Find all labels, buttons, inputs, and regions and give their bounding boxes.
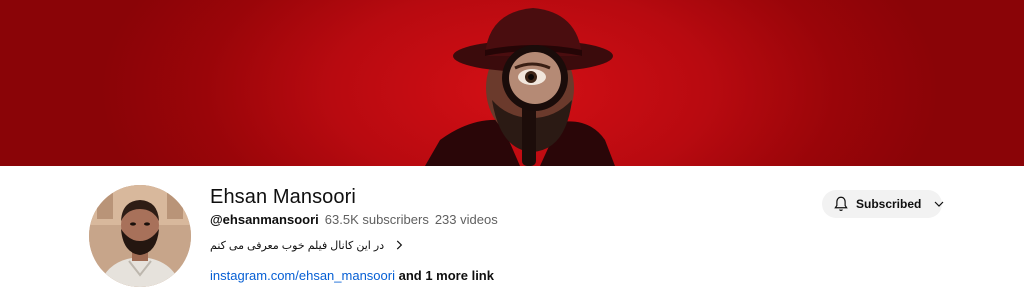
video-count: 233 videos xyxy=(434,212,498,227)
chevron-right-icon xyxy=(396,240,403,250)
channel-banner xyxy=(0,0,1024,166)
bell-icon xyxy=(834,196,848,211)
subscribed-label: Subscribed xyxy=(856,197,922,211)
more-links-button[interactable]: and 1 more link xyxy=(399,268,494,283)
channel-name: Ehsan Mansoori xyxy=(210,186,356,208)
banner-art xyxy=(425,8,615,166)
channel-handle: @ehsanmansoori xyxy=(210,212,319,227)
channel-avatar[interactable] xyxy=(89,185,191,287)
subscribed-button[interactable]: Subscribed xyxy=(822,190,944,218)
subscriber-count: 63.5K subscribers xyxy=(324,212,429,227)
channel-description[interactable]: در این کانال فیلم خوب معرفی می کنم xyxy=(210,238,406,252)
channel-meta: @ehsanmansoori 63.5K subscribers 233 vid… xyxy=(210,212,498,227)
avatar-image xyxy=(89,185,191,287)
chevron-down-icon xyxy=(934,201,944,207)
channel-links: instagram.com/ehsan_mansoori and 1 more … xyxy=(210,268,494,283)
instagram-link[interactable]: instagram.com/ehsan_mansoori xyxy=(210,268,395,283)
description-text: در این کانال فیلم خوب معرفی می کنم xyxy=(210,239,385,252)
